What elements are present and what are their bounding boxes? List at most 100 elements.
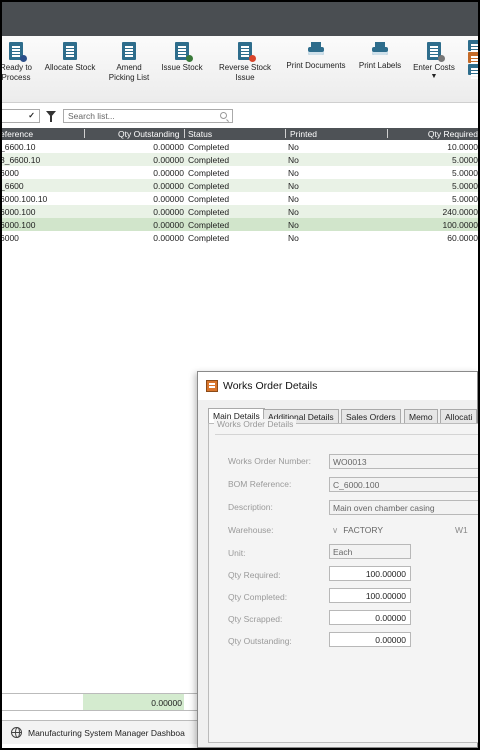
cell-qty-outstanding: 0.00000 bbox=[153, 181, 184, 191]
filter-funnel-icon[interactable] bbox=[46, 111, 56, 122]
cell-printed: No bbox=[288, 194, 299, 204]
amend-picking-list-button[interactable]: Amend Picking List bbox=[104, 42, 154, 83]
qty-required-field[interactable]: 100.00000 bbox=[329, 566, 411, 581]
cell-printed: No bbox=[288, 220, 299, 230]
cell-status: Completed bbox=[188, 207, 230, 217]
group-label: Works Order Details bbox=[214, 419, 297, 429]
total-qty-outstanding: 0.00000 bbox=[151, 698, 182, 708]
search-icon[interactable] bbox=[220, 112, 227, 119]
cell-qty-required: 60.0000 bbox=[447, 233, 478, 243]
cell-reference: 3_6600.10 bbox=[2, 155, 41, 165]
button-label: Amend bbox=[116, 63, 142, 72]
works-order-details-dialog: Works Order Details Main Details Additio… bbox=[197, 371, 478, 748]
tab-allocations[interactable]: Allocati bbox=[440, 409, 478, 424]
column-header-reference[interactable]: eference bbox=[2, 129, 33, 139]
table-row[interactable]: 6000 0.00000 Completed No 60.0000 bbox=[2, 231, 478, 244]
wo-number-field[interactable]: WO0013 bbox=[329, 454, 478, 469]
cell-printed: No bbox=[288, 207, 299, 217]
cell-qty-required: 100.0000 bbox=[442, 220, 478, 230]
print-documents-button[interactable]: Print Documents bbox=[282, 42, 350, 71]
button-label: Enter Costs bbox=[413, 63, 455, 72]
button-label: Allocate Stock bbox=[44, 63, 96, 72]
globe-icon bbox=[11, 727, 22, 738]
column-header-qty-outstanding[interactable]: Qty Outstanding bbox=[118, 129, 179, 139]
unit-label: Unit: bbox=[228, 548, 246, 558]
button-label: Process bbox=[2, 73, 31, 82]
cell-reference: 6000 bbox=[2, 233, 19, 243]
bom-reference-label: BOM Reference: bbox=[228, 479, 292, 489]
application-window: Ready to Process Allocate Stock Amend Pi… bbox=[2, 2, 478, 748]
qty-outstanding-field[interactable]: 0.00000 bbox=[329, 632, 411, 647]
action-icon bbox=[467, 40, 478, 51]
grid-header: eference Qty Outstanding Status Printed … bbox=[2, 128, 478, 140]
cell-qty-outstanding: 0.00000 bbox=[153, 207, 184, 217]
ready-to-process-button[interactable]: Ready to Process bbox=[2, 42, 36, 83]
issue-stock-button[interactable]: Issue Stock bbox=[156, 42, 208, 73]
ready-to-process-icon bbox=[9, 42, 27, 62]
column-separator bbox=[285, 129, 286, 138]
cell-reference: 6000 bbox=[2, 168, 19, 178]
table-row[interactable]: _6600.10 0.00000 Completed No 10.0000 bbox=[2, 140, 478, 153]
taskbar-label: Manufacturing System Manager Dashboa bbox=[28, 728, 185, 738]
column-header-status[interactable]: Status bbox=[188, 129, 212, 139]
printer-icon bbox=[308, 42, 324, 58]
allocate-stock-icon bbox=[63, 42, 77, 60]
qty-scrapped-label: Qty Scrapped: bbox=[228, 614, 283, 624]
column-header-printed[interactable]: Printed bbox=[290, 129, 317, 139]
cell-qty-required: 5.0000 bbox=[452, 155, 478, 165]
qty-completed-field[interactable]: 100.00000 bbox=[329, 588, 411, 603]
grid-body: _6600.10 0.00000 Completed No 10.0000 3_6600.… bbox=[2, 140, 478, 244]
print-labels-button[interactable]: Print Labels bbox=[354, 42, 406, 71]
warehouse-code: W1 bbox=[455, 525, 468, 535]
column-header-qty-required[interactable]: Qty Required bbox=[428, 129, 478, 139]
table-row[interactable]: 6000.100 0.00000 Completed No 240.0000 bbox=[2, 205, 478, 218]
cell-status: Completed bbox=[188, 155, 230, 165]
enter-costs-button[interactable]: Enter Costs ▼ bbox=[409, 42, 459, 80]
description-field[interactable]: Main oven chamber casing bbox=[329, 500, 478, 515]
works-orders-grid: eference Qty Outstanding Status Printed … bbox=[2, 128, 478, 244]
cell-status: Completed bbox=[188, 142, 230, 152]
main-details-panel bbox=[208, 423, 478, 743]
chevron-down-icon: ✓ bbox=[28, 111, 35, 120]
button-label: Reverse Stock bbox=[218, 63, 272, 72]
cell-printed: No bbox=[288, 181, 299, 191]
cell-status: Completed bbox=[188, 233, 230, 243]
allocate-stock-button[interactable]: Allocate Stock bbox=[39, 42, 101, 73]
table-row[interactable]: 6000 0.00000 Completed No 5.0000 bbox=[2, 166, 478, 179]
search-input[interactable] bbox=[63, 109, 233, 123]
qty-scrapped-field[interactable]: 0.00000 bbox=[329, 610, 411, 625]
cell-status: Completed bbox=[188, 181, 230, 191]
works-order-app-icon bbox=[206, 380, 218, 392]
printer-icon bbox=[372, 42, 388, 58]
table-row[interactable]: _6600 0.00000 Completed No 5.0000 bbox=[2, 179, 478, 192]
cell-printed: No bbox=[288, 168, 299, 178]
cell-qty-required: 10.0000 bbox=[447, 142, 478, 152]
warehouse-select[interactable]: ∨ FACTORY bbox=[329, 523, 449, 538]
cell-printed: No bbox=[288, 155, 299, 165]
tab-sales-orders[interactable]: Sales Orders bbox=[341, 409, 401, 424]
unit-field[interactable]: Each bbox=[329, 544, 411, 559]
amend-picking-list-icon bbox=[122, 42, 136, 60]
cell-qty-outstanding: 0.00000 bbox=[153, 220, 184, 230]
cell-printed: No bbox=[288, 142, 299, 152]
bom-reference-field[interactable]: C_6000.100 bbox=[329, 477, 478, 492]
issue-stock-icon bbox=[175, 42, 193, 62]
table-row[interactable]: 6000.100 0.00000 Completed No 100.0000 bbox=[2, 218, 478, 231]
tab-memo[interactable]: Memo bbox=[404, 409, 438, 424]
chevron-down-icon: ∨ bbox=[332, 525, 339, 535]
more-actions-button[interactable] bbox=[466, 40, 478, 78]
table-row[interactable]: 6000.100.10 0.00000 Completed No 5.0000 bbox=[2, 192, 478, 205]
reverse-stock-issue-icon bbox=[238, 42, 256, 62]
filter-dropdown[interactable]: ✓ bbox=[2, 109, 40, 123]
cell-qty-outstanding: 0.00000 bbox=[153, 142, 184, 152]
reverse-stock-issue-button[interactable]: Reverse Stock Issue bbox=[212, 42, 278, 83]
button-label: Print Labels bbox=[358, 61, 402, 70]
grid-totals-row: 0.00000 bbox=[2, 693, 198, 711]
dialog-title: Works Order Details bbox=[223, 380, 318, 392]
cell-status: Completed bbox=[188, 194, 230, 204]
cell-reference: 6000.100 bbox=[2, 207, 36, 217]
dashboard-taskbar-tab[interactable]: Manufacturing System Manager Dashboa bbox=[2, 720, 198, 744]
table-row[interactable]: 3_6600.10 0.00000 Completed No 5.0000 bbox=[2, 153, 478, 166]
title-bar bbox=[2, 2, 478, 36]
cell-status: Completed bbox=[188, 168, 230, 178]
